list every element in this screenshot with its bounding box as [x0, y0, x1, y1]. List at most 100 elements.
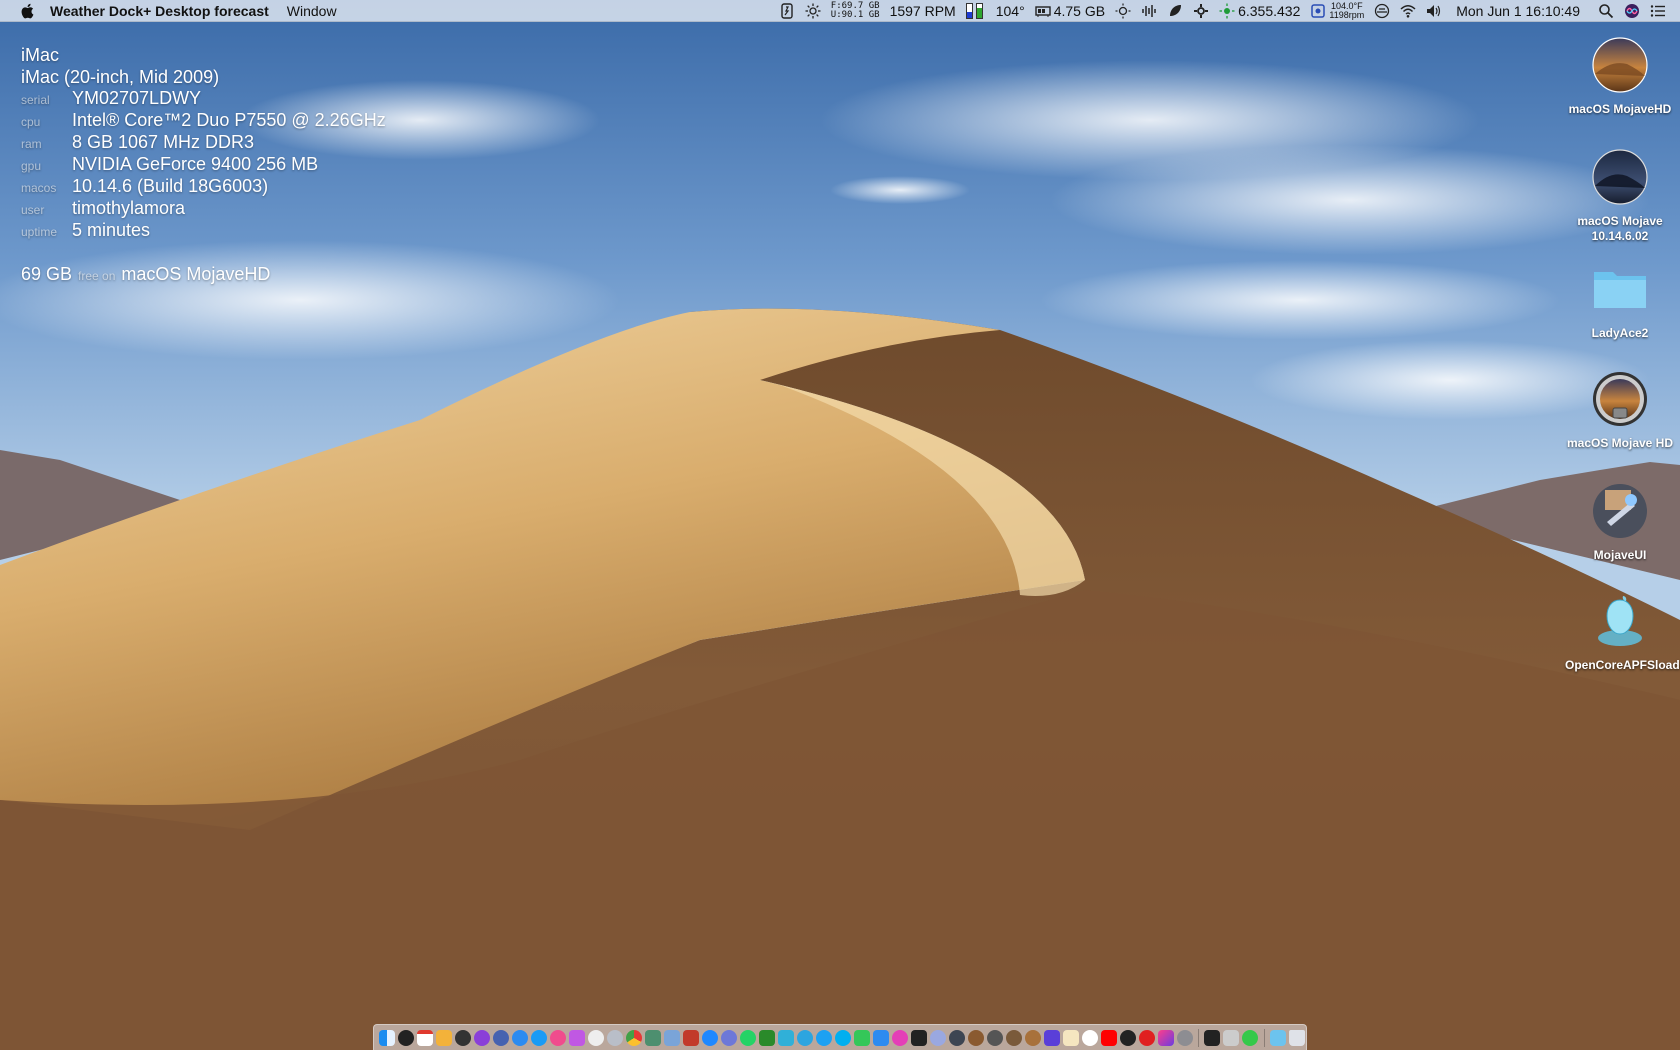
vectorize-icon[interactable]	[1157, 1029, 1174, 1046]
volume-icon[interactable]	[1426, 3, 1442, 19]
temperature-status[interactable]: 104°	[996, 3, 1025, 19]
music-note-icon[interactable]	[568, 1029, 585, 1046]
network-activity-status[interactable]: 6.355.432	[1219, 3, 1300, 19]
disk-free-label: free on	[78, 269, 116, 283]
desktop-icon-macos-mojave-10-14-6-02[interactable]: macOS Mojave 10.14.6.02	[1565, 148, 1675, 244]
messages-icon[interactable]	[853, 1029, 870, 1046]
clock-app-icon[interactable]	[397, 1029, 414, 1046]
sysinfo-row-macos: macos 10.14.6 (Build 18G6003)	[21, 176, 386, 198]
sysinfo-value: timothylamora	[72, 198, 186, 218]
cpu-meter-bar	[965, 3, 973, 19]
signal-icon[interactable]	[777, 1029, 794, 1046]
window-menu[interactable]: Window	[287, 3, 337, 19]
clock-datetime[interactable]: Mon Jun 1 16:10:49	[1456, 3, 1580, 19]
popcorn-icon[interactable]	[1062, 1029, 1079, 1046]
network-value-text: 6.355.432	[1238, 3, 1301, 19]
desktop-icon-macos-mojave-hd[interactable]: macOS Mojave HD	[1565, 370, 1675, 451]
disk-usage-status[interactable]: F:69.7 GB U:90.1 GB	[831, 2, 880, 20]
vlc-like-icon[interactable]	[929, 1029, 946, 1046]
sysinfo-model: iMac	[21, 45, 60, 65]
media-player-icon[interactable]	[1119, 1029, 1136, 1046]
dock-separator	[1198, 1028, 1199, 1047]
audio-waveform-icon[interactable]	[1141, 3, 1157, 19]
leaf-icon[interactable]	[1167, 3, 1183, 19]
sysinfo-row-uptime: uptime 5 minutes	[21, 220, 386, 242]
wifi-icon[interactable]	[1400, 3, 1416, 19]
play-icon[interactable]	[1081, 1029, 1098, 1046]
sysinfo-key: cpu	[21, 115, 41, 129]
photos-app-icon[interactable]	[492, 1029, 509, 1046]
sysinfo-key: gpu	[21, 159, 42, 173]
facetime-icon[interactable]	[872, 1029, 889, 1046]
apple-menu-icon[interactable]	[20, 2, 36, 20]
desktop-icon-label: LadyAce2	[1591, 326, 1649, 340]
mojave-disk-icon[interactable]	[1005, 1029, 1022, 1046]
camera-app-icon[interactable]	[454, 1029, 471, 1046]
music-app-icon[interactable]	[473, 1029, 490, 1046]
audio-player-icon[interactable]	[587, 1029, 604, 1046]
memory-status[interactable]: 4.75 GB	[1035, 3, 1105, 19]
twitter-icon[interactable]	[815, 1029, 832, 1046]
disk-free-volume: macOS MojaveHD	[121, 264, 271, 284]
terminal-icon[interactable]	[1204, 1029, 1220, 1046]
launchpad-icon[interactable]	[606, 1029, 623, 1046]
macos-installer-icon[interactable]	[967, 1029, 984, 1046]
discord-icon[interactable]	[720, 1029, 737, 1046]
gpu-meter-bar	[975, 3, 983, 19]
flower-app-icon[interactable]	[891, 1029, 908, 1046]
calendar-icon[interactable]	[416, 1029, 433, 1046]
skype-icon[interactable]	[834, 1029, 851, 1046]
time-machine-icon[interactable]	[948, 1029, 965, 1046]
sensor-status[interactable]: 104.0°F 1198rpm	[1310, 2, 1364, 20]
image-capture-icon[interactable]	[663, 1029, 680, 1046]
disk-mojave-icon	[1592, 37, 1648, 93]
spotlight-search-icon[interactable]	[1598, 3, 1614, 19]
notification-center-icon[interactable]	[1650, 3, 1666, 19]
photo-booth-icon[interactable]	[682, 1029, 699, 1046]
fan-speed-status[interactable]: 1597 RPM	[890, 3, 956, 19]
safari-icon[interactable]	[511, 1029, 528, 1046]
sun-icon[interactable]	[1115, 3, 1131, 19]
desktop-icon-macos-mojavehd[interactable]: macOS MojaveHD	[1565, 36, 1675, 117]
messenger-icon[interactable]	[701, 1029, 718, 1046]
app-icon	[1593, 484, 1647, 538]
finder-icon[interactable]	[378, 1029, 395, 1046]
itunes-icon[interactable]	[549, 1029, 566, 1046]
clover-icon[interactable]	[758, 1029, 775, 1046]
youtube-icon[interactable]	[1100, 1029, 1117, 1046]
sysinfo-row-gpu: gpu NVIDIA GeForce 9400 256 MB	[21, 154, 386, 176]
patcher-icon[interactable]	[1024, 1029, 1041, 1046]
desktop-icon-mojaveui[interactable]: MojaveUI	[1565, 482, 1675, 563]
claquette-icon[interactable]	[910, 1029, 927, 1046]
dashboard-icon[interactable]	[1374, 3, 1390, 19]
desktop-icon-ladyace2[interactable]: LadyAce2	[1565, 260, 1675, 341]
brightness-icon[interactable]	[805, 3, 821, 19]
siri-icon[interactable]	[1624, 3, 1640, 19]
plex-icon[interactable]	[1043, 1029, 1060, 1046]
whatsapp-icon[interactable]	[739, 1029, 756, 1046]
sysinfo-row-cpu: cpu Intel® Core™2 Duo P7550 @ 2.26GHz	[21, 110, 386, 132]
network-sun-icon	[1219, 3, 1235, 19]
disk-utility-icon[interactable]	[986, 1029, 1003, 1046]
record-icon[interactable]	[1138, 1029, 1155, 1046]
downloads-folder-icon[interactable]	[1269, 1029, 1286, 1046]
trash-icon[interactable]	[1288, 1029, 1305, 1046]
activity-monitor-icon[interactable]	[1223, 1029, 1239, 1046]
telegram-icon[interactable]	[796, 1029, 813, 1046]
sysinfo-disk-free: 69 GB free on macOS MojaveHD	[21, 264, 386, 285]
app-store-icon[interactable]	[530, 1029, 547, 1046]
sysinfo-model-detail: iMac (20-inch, Mid 2009)	[21, 67, 220, 87]
chrome-icon[interactable]	[625, 1029, 642, 1046]
cpu-gpu-meter[interactable]	[965, 3, 986, 19]
battery-app-icon[interactable]	[779, 3, 795, 19]
weather-app-icon[interactable]	[435, 1029, 452, 1046]
preview-icon[interactable]	[644, 1029, 661, 1046]
system-preferences-icon[interactable]	[1176, 1029, 1193, 1046]
gear-icon[interactable]	[1193, 3, 1209, 19]
sysinfo-row-user: user timothylamora	[21, 198, 386, 220]
sysinfo-value: NVIDIA GeForce 9400 256 MB	[72, 154, 319, 174]
utility-app-icon[interactable]	[1242, 1029, 1258, 1046]
desktop-icon-label: macOS Mojave HD	[1566, 436, 1674, 450]
desktop-icon-opencoreapfsloader2[interactable]: OpenCoreAPFSloader2	[1565, 592, 1680, 673]
app-name-menu[interactable]: Weather Dock+ Desktop forecast	[50, 3, 269, 19]
